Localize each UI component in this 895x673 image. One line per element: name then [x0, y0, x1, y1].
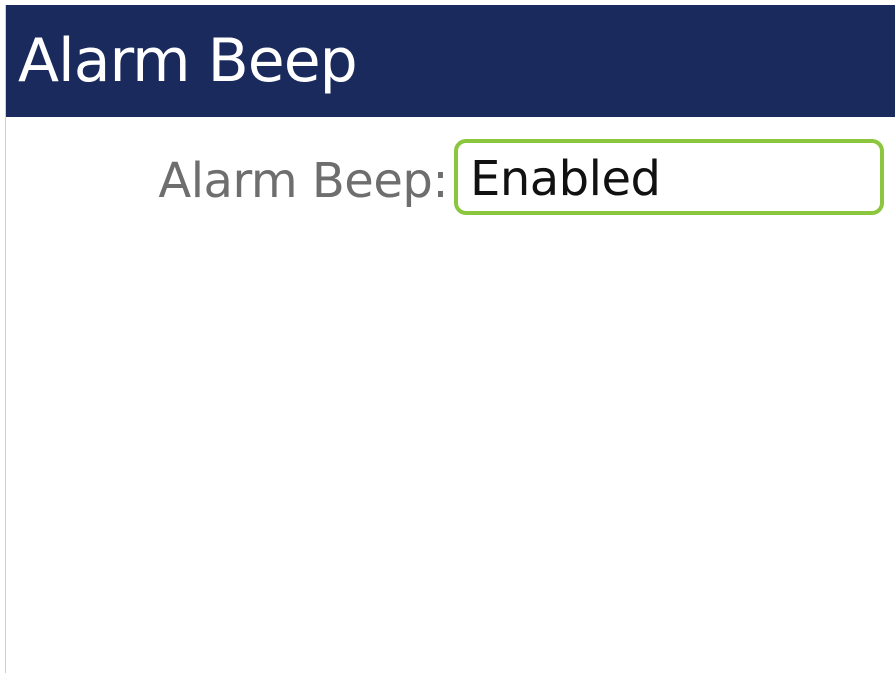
- alarm-beep-setting-row: Alarm Beep: Enabled: [6, 139, 895, 221]
- alarm-beep-value: Enabled: [470, 151, 661, 207]
- page-title: Alarm Beep: [18, 26, 358, 96]
- alarm-beep-label: Alarm Beep:: [158, 153, 448, 209]
- alarm-beep-value-selector[interactable]: Enabled: [454, 139, 884, 215]
- device-screen: Alarm Beep Alarm Beep: Enabled: [5, 5, 895, 673]
- title-bar: Alarm Beep: [6, 5, 895, 117]
